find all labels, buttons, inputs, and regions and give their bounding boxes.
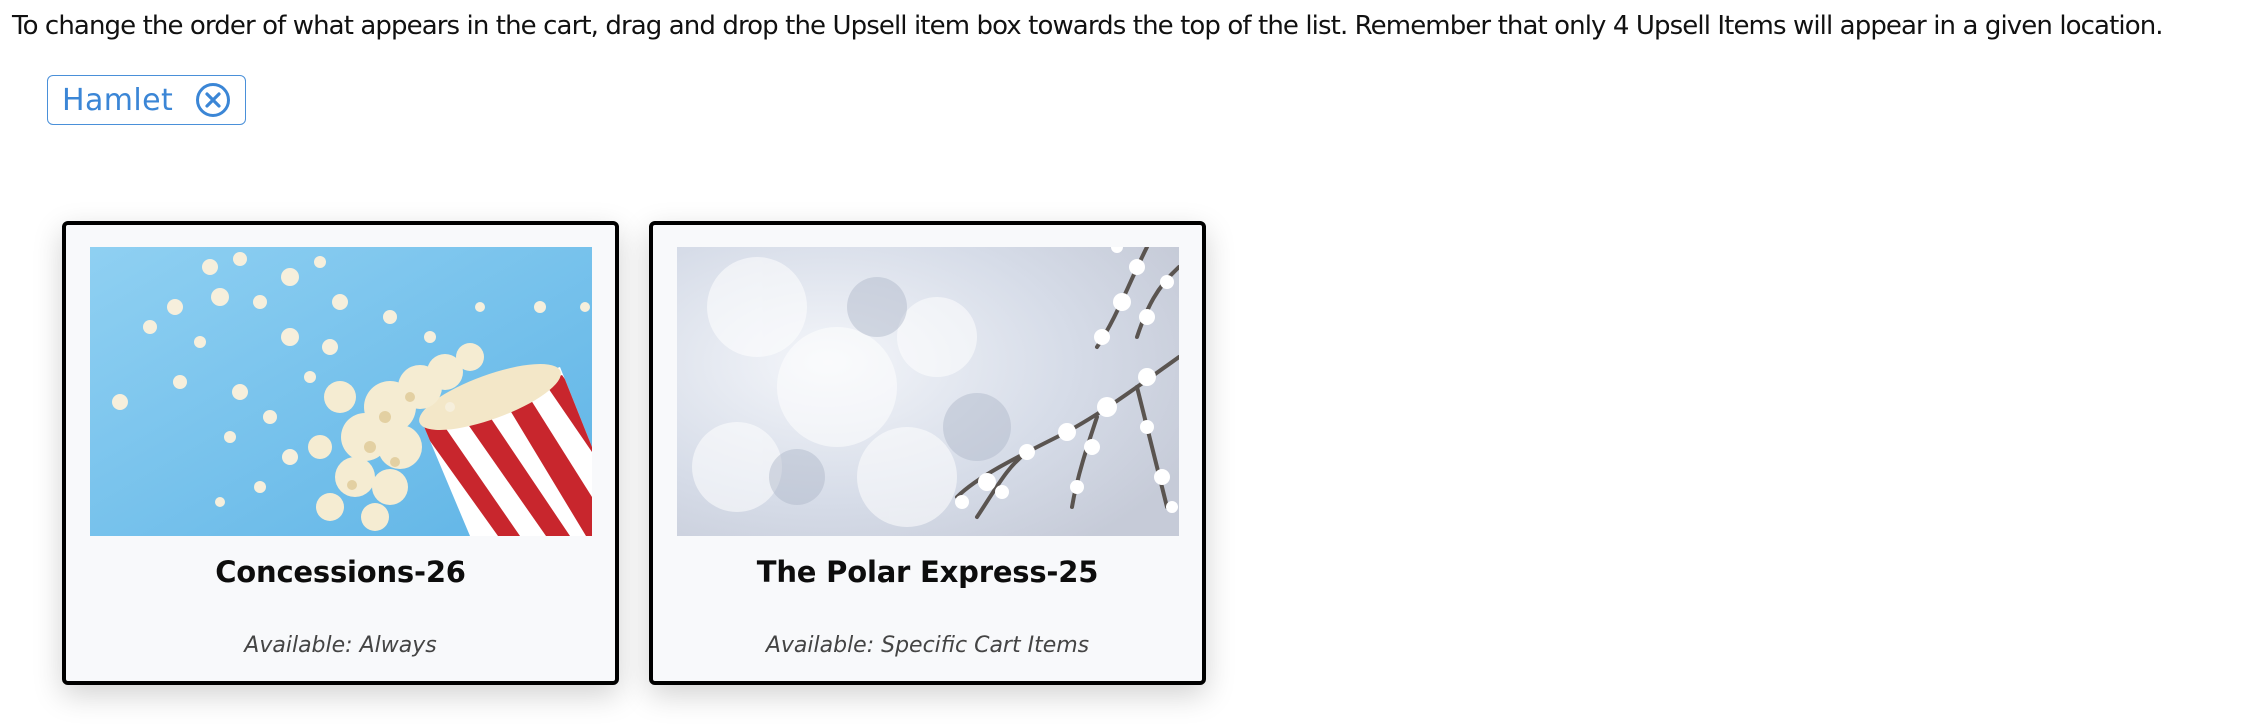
upsell-item-title: Concessions-26: [215, 555, 466, 589]
upsell-item-availability: Available: Specific Cart Items: [765, 633, 1090, 658]
snowy-branch-image: [677, 247, 1179, 536]
popcorn-image: [90, 247, 592, 536]
upsell-item-card[interactable]: Concessions-26 Available: Always: [62, 221, 619, 685]
upsell-item-list: Concessions-26 Available: Always The Pol…: [62, 221, 1206, 685]
filter-chip-hamlet[interactable]: Hamlet: [47, 75, 247, 125]
upsell-item-availability: Available: Always: [244, 633, 437, 658]
circle-x-icon[interactable]: [195, 82, 231, 118]
upsell-item-card[interactable]: The Polar Express-25 Available: Specific…: [649, 221, 1206, 685]
upsell-item-title: The Polar Express-25: [756, 555, 1099, 589]
instructions-text: To change the order of what appears in t…: [12, 11, 2164, 41]
filter-chip-label: Hamlet: [62, 82, 174, 118]
